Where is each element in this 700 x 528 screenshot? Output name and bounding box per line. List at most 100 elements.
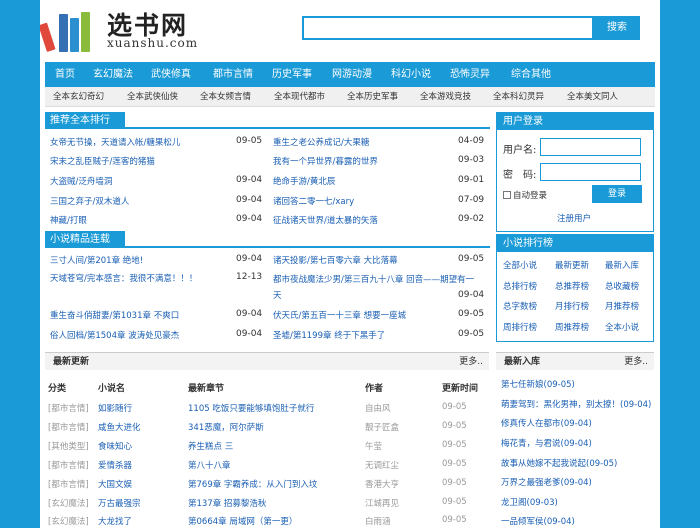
password-label: 密 码: [503, 170, 537, 181]
newest-item[interactable]: 第七任新娘(09-05) [501, 378, 575, 390]
serial-item[interactable]: 都市夜战魔法少男/第三百九十八章 回音——期望有一天 [273, 272, 481, 304]
subnav-item[interactable]: 全本玄幻奇幻 [53, 87, 104, 107]
table-cell-title[interactable]: 食味知心 [98, 440, 132, 452]
newest-item[interactable]: 一品倾军侯(09-04) [501, 515, 575, 527]
newest-item[interactable]: 万界之最强老爹(09-04) [501, 476, 592, 488]
serial-item[interactable]: 圣墟/第1199章 终于下黑手了 [273, 329, 385, 341]
table-cell-time: 09-05 [442, 497, 467, 507]
rank-link[interactable]: 周推荐榜 [555, 321, 589, 333]
serial-date: 09-04 [236, 254, 263, 264]
ranking-item[interactable]: 绝命手游/黄北辰 [273, 175, 335, 187]
search-button[interactable]: 搜索 [594, 16, 640, 40]
table-cell-title[interactable]: 咸鱼大进化 [98, 421, 141, 433]
serial-item[interactable]: 伏天氏/第五百一十三章 想要一座城 [273, 309, 406, 321]
newest-item[interactable]: 萌妻驾到：黑化男神，别太撩！(09-04) [501, 398, 651, 410]
ranking-date: 09-01 [458, 175, 485, 185]
newest-item[interactable]: 故事从她嫁不起我说起(09-05) [501, 457, 617, 469]
register-link[interactable]: 注册用户 [557, 212, 591, 224]
ranking-item[interactable]: 重生之老公养成记/大果糖 [273, 136, 369, 148]
newest-item[interactable]: 修真传人在都市(09-04) [501, 417, 592, 429]
novel-rank-title: 小说排行榜 [497, 235, 653, 252]
nav-item-xuanhuan[interactable]: 玄幻魔法 [93, 62, 133, 87]
rank-link[interactable]: 月排行榜 [555, 300, 589, 312]
col-header: 最新章节 [188, 384, 225, 394]
rank-link[interactable]: 总字数榜 [503, 300, 537, 312]
serial-item[interactable]: 俗人回档/第1504章 波涛处见豪杰 [50, 329, 179, 341]
newest-item[interactable]: 梅花青，与君说(09-04) [501, 437, 592, 449]
ranking-item[interactable]: 征战诸天世界/道太暴的矢落 [273, 214, 378, 226]
rank-link[interactable]: 最新入库 [605, 259, 639, 271]
serial-item[interactable]: 天域苍穹/完本感言：我很不满意！！！ [50, 272, 197, 284]
nav-item-wangyou[interactable]: 网游动漫 [332, 62, 372, 87]
rank-link[interactable]: 月推荐榜 [605, 300, 639, 312]
table-cell-chapter[interactable]: 养生糕点 三 [188, 440, 233, 452]
subnav-item[interactable]: 全本美文同人 [567, 87, 618, 107]
table-cell-chapter[interactable]: 1105 吃饭只要能够填饱肚子就行 [188, 402, 314, 414]
table-cell-chapter[interactable]: 341恶魔，阿尔萨斯 [188, 421, 264, 433]
rank-link[interactable]: 最新更新 [555, 259, 589, 271]
subnav-item[interactable]: 全本武侠仙侠 [127, 87, 178, 107]
newest-item[interactable]: 龙卫阁(09-03) [501, 496, 558, 508]
latest-more-link[interactable]: 更多.. [459, 353, 483, 371]
table-cell-title[interactable]: 大龙找了 [98, 515, 132, 527]
serial-item[interactable]: 诸天投影/第七百零六章 大比落幕 [273, 254, 398, 266]
sub-nav: 全本玄幻奇幻 全本武侠仙侠 全本女频言情 全本现代都市 全本历史军事 全本游戏竞… [45, 87, 655, 107]
table-cell-category[interactable]: [玄幻魔法] [48, 515, 89, 527]
nav-item-wuxia[interactable]: 武侠修真 [151, 62, 191, 87]
ranking-item[interactable]: 我有一个异世界/暮露的世界 [273, 155, 378, 167]
table-cell-chapter[interactable]: 第769章 字霸养成：从入门到入坟 [188, 478, 317, 490]
auto-login-checkbox[interactable] [503, 191, 511, 199]
table-cell-category[interactable]: [都市言情] [48, 421, 89, 433]
table-cell-title[interactable]: 万古最强宗 [98, 497, 141, 509]
table-cell-author: 香港大亨 [365, 480, 400, 490]
table-cell-title[interactable]: 大国文娱 [98, 478, 132, 490]
newest-title: 最新入库 [504, 357, 541, 367]
subnav-item[interactable]: 全本游戏竞技 [420, 87, 471, 107]
nav-item-home[interactable]: 首页 [55, 62, 75, 87]
ranking-item[interactable]: 三国之弃子/双木道人 [50, 195, 129, 207]
rank-link[interactable]: 总收藏榜 [605, 280, 639, 292]
table-cell-category[interactable]: [都市言情] [48, 402, 89, 414]
table-cell-time: 09-05 [442, 421, 467, 431]
ranking-item[interactable]: 大盗贼/泛舟墙洞 [50, 175, 112, 187]
table-cell-chapter[interactable]: 第八十八章 [188, 459, 231, 471]
ranking-item[interactable]: 宋末之乱臣贼子/莲客的猪猫 [50, 155, 155, 167]
ranking-item[interactable]: 诸回答二零一七/xary [273, 195, 354, 207]
subnav-item[interactable]: 全本现代都市 [274, 87, 325, 107]
table-cell-title[interactable]: 爱情杀器 [98, 459, 132, 471]
table-cell-category[interactable]: [其他类型] [48, 440, 89, 452]
nav-item-zonghe[interactable]: 综合其他 [511, 62, 551, 87]
latest-title: 最新更新 [53, 357, 90, 367]
table-cell-chapter[interactable]: 第0664章 局域网（第一更） [188, 515, 297, 527]
subnav-item[interactable]: 全本科幻灵异 [493, 87, 544, 107]
password-field[interactable] [540, 163, 641, 181]
subnav-item[interactable]: 全本女频言情 [200, 87, 251, 107]
nav-item-kehuan[interactable]: 科幻小说 [391, 62, 431, 87]
search-input[interactable] [302, 16, 594, 40]
table-cell-time: 09-05 [442, 478, 467, 488]
ranking-item[interactable]: 神藏/打眼 [50, 214, 87, 226]
table-cell-category[interactable]: [都市言情] [48, 459, 89, 471]
serial-item[interactable]: 三寸人间/第201章 绝地! [50, 254, 143, 266]
serial-item[interactable]: 重生奋斗俏甜妻/第1031章 不爽口 [50, 309, 179, 321]
newest-more-link[interactable]: 更多.. [624, 353, 648, 371]
table-cell-category[interactable]: [玄幻魔法] [48, 497, 89, 509]
nav-item-lishi[interactable]: 历史军事 [272, 62, 312, 87]
nav-item-kongbu[interactable]: 恐怖灵异 [450, 62, 490, 87]
table-cell-title[interactable]: 如影随行 [98, 402, 132, 414]
table-cell-category[interactable]: [都市言情] [48, 478, 89, 490]
rank-link[interactable]: 总排行榜 [503, 280, 537, 292]
nav-item-dushi[interactable]: 都市言情 [213, 62, 253, 87]
subnav-item[interactable]: 全本历史军事 [347, 87, 398, 107]
col-header: 小说名 [98, 384, 126, 394]
login-button[interactable]: 登录 [592, 185, 642, 203]
rank-link[interactable]: 总推荐榜 [555, 280, 589, 292]
site-logo[interactable]: 选书网 xuanshu.com [40, 6, 245, 52]
ranking-item[interactable]: 女帝无节操，天道请入帐/糖果松儿 [50, 136, 180, 148]
table-cell-author: 白雨涵 [365, 517, 391, 527]
rank-link[interactable]: 全本小说 [605, 321, 639, 333]
rank-link[interactable]: 周排行榜 [503, 321, 537, 333]
username-field[interactable] [540, 138, 641, 156]
rank-link[interactable]: 全部小说 [503, 259, 537, 271]
table-cell-chapter[interactable]: 第137章 招募黎浩秋 [188, 497, 266, 509]
